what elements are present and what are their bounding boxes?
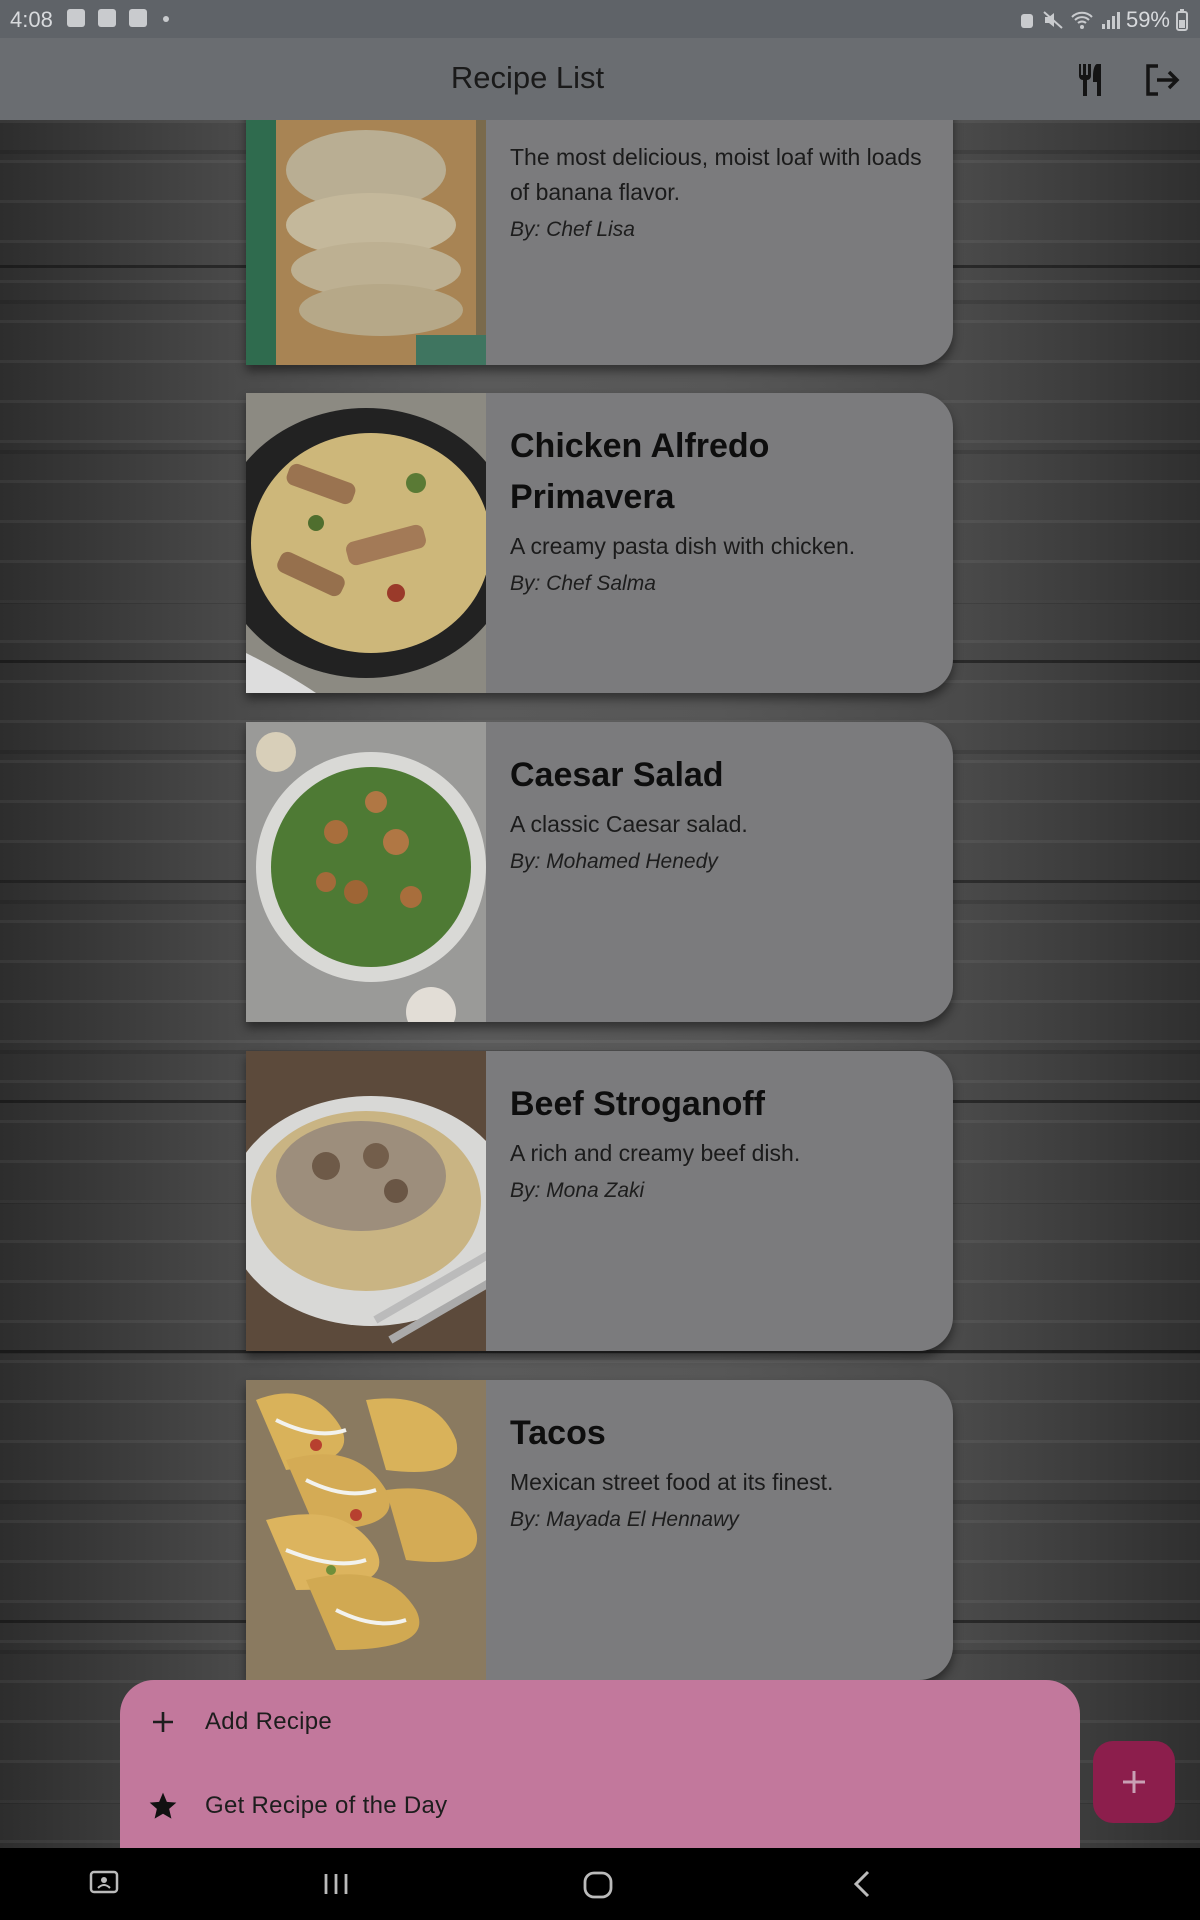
recipe-title: Tacos [510, 1414, 606, 1452]
chicken-alfredo-image [246, 393, 486, 693]
battery-percent: 59% [1125, 7, 1170, 32]
recipe-author: By: Chef Lisa [510, 218, 635, 241]
add-recipe-menu-item[interactable]: Add Recipe [120, 1680, 1080, 1764]
battery-icon [1176, 9, 1188, 31]
action-menu: Add Recipe Get Recipe of the Day [120, 1680, 1080, 1848]
wifi-icon [1071, 11, 1093, 29]
recipe-card[interactable]: Chicken Alfredo Primavera A creamy pasta… [246, 393, 953, 693]
home-icon[interactable] [580, 1866, 616, 1902]
recipe-list[interactable]: Banana Bread The most delicious, moist l… [0, 120, 1200, 1680]
recipe-description: A classic Caesar salad. [510, 811, 748, 837]
recipe-card[interactable]: Banana Bread The most delicious, moist l… [246, 120, 953, 365]
system-nav-bar [0, 1848, 1200, 1920]
signal-icon [1101, 12, 1120, 29]
recipe-card[interactable]: Caesar Salad A classic Caesar salad. By:… [246, 722, 953, 1022]
plus-icon [143, 1702, 183, 1742]
star-icon [143, 1786, 183, 1826]
menu-item-label: Add Recipe [205, 1708, 333, 1735]
alarm-icon [1020, 14, 1033, 28]
status-time: 4:08 [10, 7, 53, 32]
status-bar: 4:08 59% [0, 0, 1200, 38]
beef-stroganoff-image [246, 1051, 486, 1351]
recipe-description: A creamy pasta dish with chicken. [510, 533, 856, 559]
restaurant-icon[interactable] [1070, 58, 1114, 102]
caesar-salad-image [246, 722, 486, 1022]
recipe-author: By: Mohamed Henedy [510, 850, 718, 873]
recipe-card[interactable]: Tacos Mexican street food at its finest.… [246, 1380, 953, 1680]
recipe-title: Banana Bread [510, 120, 929, 134]
recipe-title: Caesar Salad [510, 756, 724, 794]
app-notification-icon [98, 9, 116, 27]
page-title: Recipe List [450, 60, 605, 95]
recipe-of-the-day-menu-item[interactable]: Get Recipe of the Day [120, 1764, 1080, 1848]
calendar-notification-icon [129, 9, 147, 27]
recipe-description: A rich and creamy beef dish. [510, 1140, 801, 1166]
plus-icon [1123, 1771, 1145, 1793]
fab-button[interactable] [1093, 1741, 1175, 1823]
app-bar: Recipe List [0, 38, 1200, 120]
recipe-description: The most delicious, moist loaf with load… [510, 144, 922, 205]
recipe-author: By: Mona Zaki [510, 1179, 645, 1202]
recipe-author: By: Chef Salma [510, 572, 656, 595]
recipe-description: Mexican street food at its finest. [510, 1469, 834, 1495]
banana-bread-image [246, 120, 486, 365]
menu-item-label: Get Recipe of the Day [205, 1792, 448, 1819]
back-icon[interactable] [848, 1866, 876, 1902]
recent-screen-icon[interactable] [88, 1866, 120, 1902]
recipe-card[interactable]: Beef Stroganoff A rich and creamy beef d… [246, 1051, 953, 1351]
recents-icon[interactable] [318, 1866, 354, 1902]
recipe-author: By: Mayada El Hennawy [510, 1508, 739, 1531]
recipe-title: Chicken Alfredo Primavera [510, 427, 770, 516]
more-notifications-icon [163, 16, 169, 22]
tacos-image [246, 1380, 486, 1680]
recipe-title: Beef Stroganoff [510, 1085, 765, 1123]
logout-icon[interactable] [1140, 58, 1184, 102]
gallery-notification-icon [67, 9, 85, 27]
mute-icon [1043, 11, 1063, 29]
